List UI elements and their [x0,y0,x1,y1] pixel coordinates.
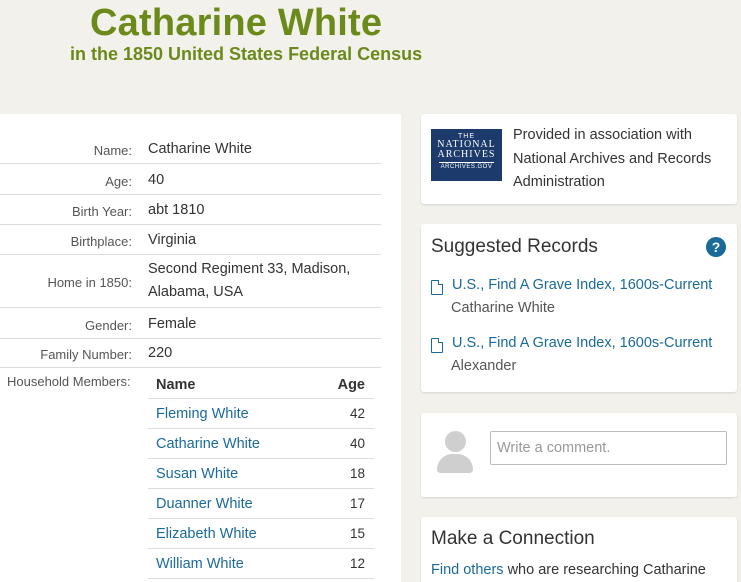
page-subtitle: in the 1850 United States Federal Census [70,44,423,64]
avatar [435,429,475,473]
suggested-record-link[interactable]: U.S., Find A Grave Index, 1600s-Current [452,335,712,351]
member-name-link[interactable]: Catharine White [156,436,260,452]
make-connection-text: Find others who are researching Catharin… [431,562,706,578]
logo-line: ARCHIVES.GOV [439,162,494,170]
member-name-link[interactable]: Duanner White [156,496,253,512]
avatar-body [437,454,473,473]
detail-row-name: Name: Catharine White [0,134,381,164]
detail-label: Gender: [85,318,132,333]
detail-row-home: Home in 1850: Second Regiment 33, Madiso… [0,255,381,308]
detail-row-birthplace: Birthplace: Virginia [0,225,381,255]
member-age: 18 [349,466,365,481]
logo-line: NATIONAL ARCHIVES [437,139,496,160]
find-others-link[interactable]: Find others [431,562,504,578]
make-connection-rest: who are researching Catharine [503,562,706,578]
record-details-panel: Name: Catharine White Age: 40 Birth Year… [0,114,401,582]
suggested-records-card: Suggested Records ? U.S., Find A Grave I… [421,224,737,392]
make-connection-title: Make a Connection [431,528,595,549]
detail-row-age: Age: 40 [0,164,381,195]
member-name-link[interactable]: William White [156,556,244,572]
detail-row-gender: Gender: Female [0,308,381,339]
table-row: Elizabeth White 15 [148,519,374,549]
household-table: Name Age Fleming White 42 Catharine Whit… [148,368,374,579]
detail-value: 220 [148,345,173,361]
member-age: 42 [349,406,365,421]
avatar-head [445,431,466,452]
member-age: 12 [349,556,365,571]
suggested-record-person: Catharine White [451,300,555,316]
page-header: Catharine White in the 1850 United State… [0,0,741,112]
detail-value: Second Regiment 33, Madison, Alabama, US… [148,261,351,300]
detail-label: Home in 1850: [47,275,132,290]
detail-row-birth-year: Birth Year: abt 1810 [0,195,381,225]
table-row: Fleming White 42 [148,399,374,429]
archives-text: Provided in association with National Ar… [513,127,712,190]
detail-value: Female [148,316,197,332]
detail-value: 40 [148,172,165,188]
household-label: Household Members: [7,374,131,389]
table-row: William White 12 [148,549,374,579]
help-icon[interactable]: ? [706,237,726,257]
member-age: 15 [349,526,365,541]
member-name-link[interactable]: Fleming White [156,406,249,422]
table-row: Catharine White 40 [148,429,374,459]
member-name-link[interactable]: Susan White [156,466,238,482]
detail-value: abt 1810 [148,202,205,218]
column-header-name: Name [156,377,196,393]
member-name-link[interactable]: Elizabeth White [156,526,257,542]
detail-label: Birthplace: [70,234,132,249]
detail-label: Birth Year: [72,204,132,219]
member-age: 17 [349,496,365,511]
make-connection-card: Make a Connection Find others who are re… [421,517,737,582]
document-icon [431,280,443,295]
national-archives-logo[interactable]: THE NATIONAL ARCHIVES ARCHIVES.GOV [431,129,502,181]
comment-input[interactable] [490,431,727,465]
page-title: Catharine White [90,2,383,44]
comment-card [421,413,737,497]
detail-label: Age: [105,174,132,189]
table-row: Duanner White 17 [148,489,374,519]
suggested-record-link[interactable]: U.S., Find A Grave Index, 1600s-Current [452,277,712,293]
suggested-record-item: U.S., Find A Grave Index, 1600s-Current … [431,335,731,381]
detail-value: Virginia [148,232,197,248]
suggested-records-title: Suggested Records [431,236,598,257]
detail-value: Catharine White [148,141,252,157]
detail-label: Family Number: [40,347,132,362]
suggested-record-item: U.S., Find A Grave Index, 1600s-Current … [431,277,731,323]
detail-label: Name: [93,143,132,158]
document-icon [431,338,443,353]
household-table-header: Name Age [148,368,374,399]
archives-card: THE NATIONAL ARCHIVES ARCHIVES.GOV Provi… [421,114,737,204]
suggested-record-person: Alexander [451,358,517,374]
detail-row-family-number: Family Number: 220 [0,339,381,368]
table-row: Susan White 18 [148,459,374,489]
column-header-age: Age [337,377,365,393]
member-age: 40 [349,436,365,451]
